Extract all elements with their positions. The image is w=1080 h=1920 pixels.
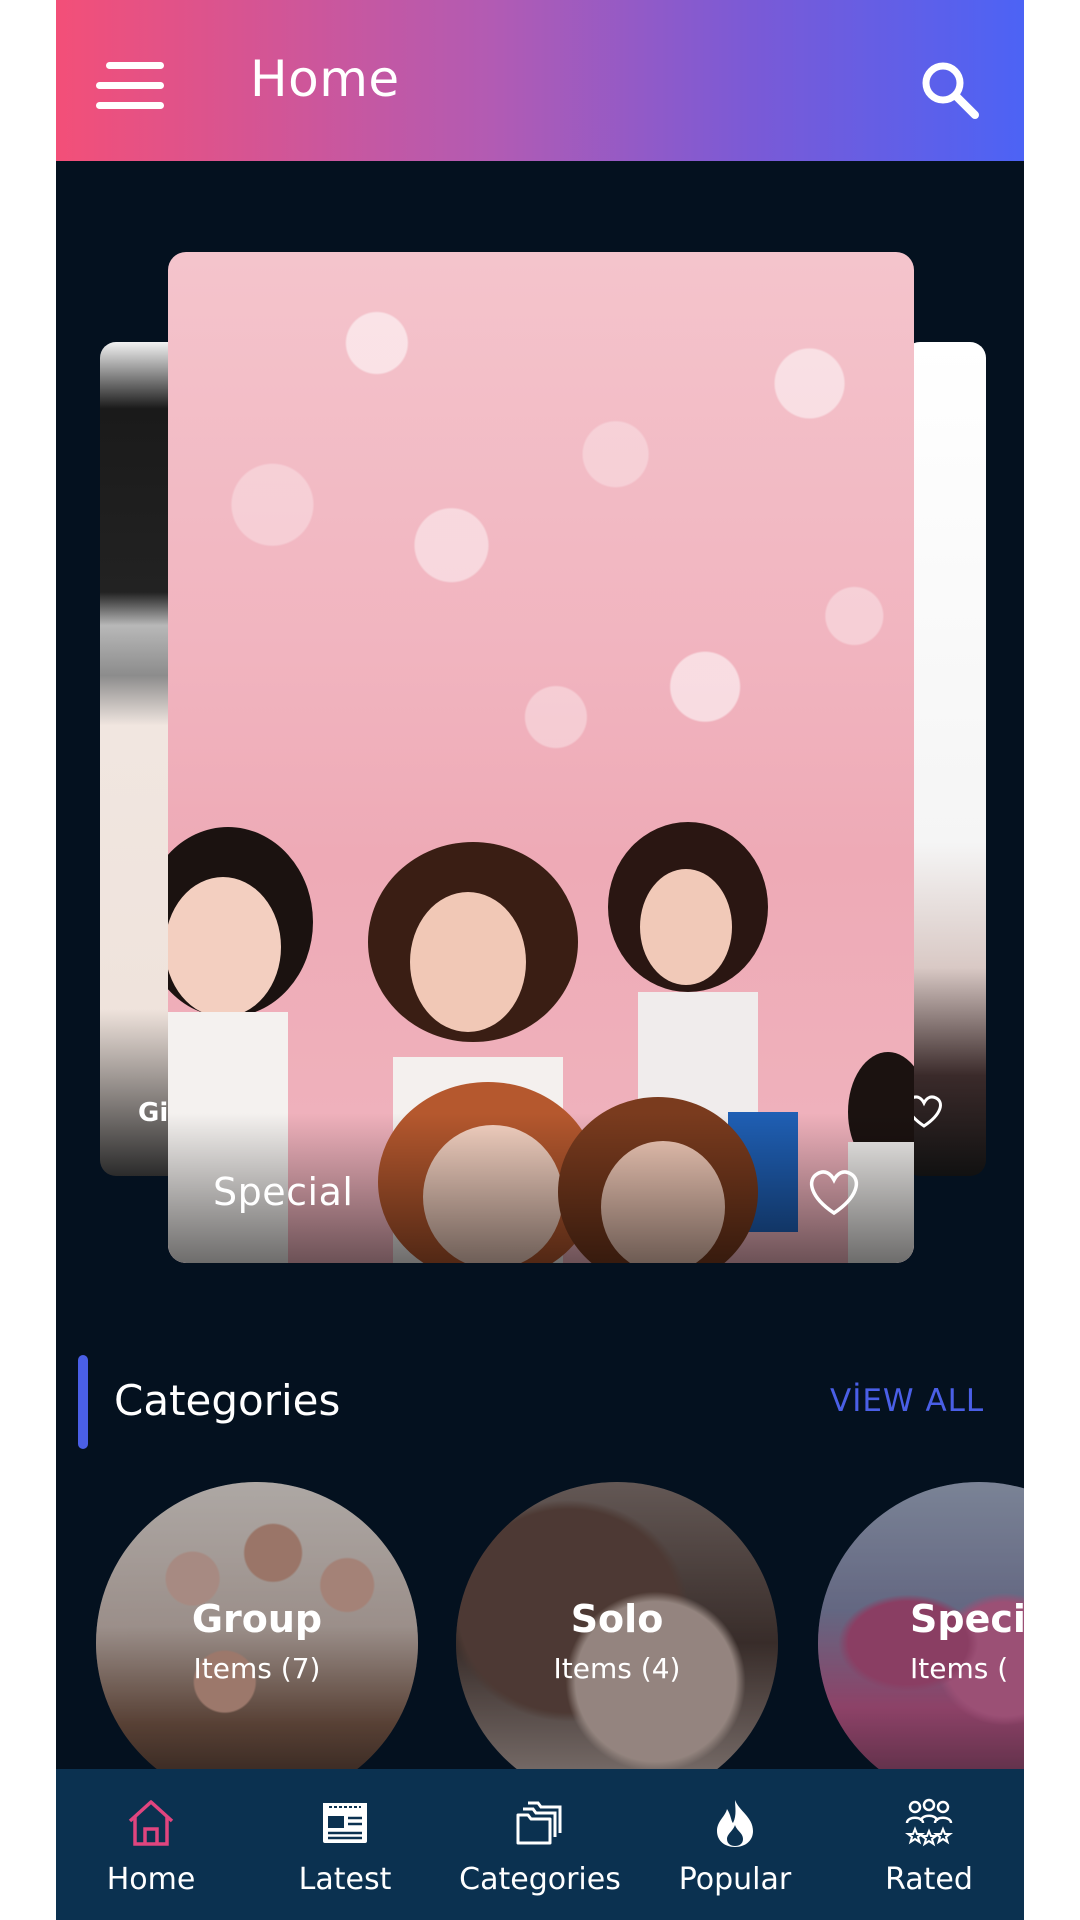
view-all-link[interactable]: VİEW ALL bbox=[830, 1383, 984, 1419]
heart-outline-icon[interactable] bbox=[806, 1168, 862, 1218]
home-icon bbox=[128, 1800, 174, 1846]
bottom-navigation: Home Latest Categories Popular Rated bbox=[56, 1769, 1024, 1920]
slider-card-current[interactable]: Special bbox=[168, 252, 914, 1263]
nav-item-rated[interactable]: Rated bbox=[834, 1769, 1024, 1920]
category-item-special[interactable]: Speci Items ( bbox=[818, 1482, 1024, 1804]
category-overlay bbox=[96, 1482, 418, 1804]
newspaper-icon bbox=[323, 1803, 367, 1843]
search-icon[interactable] bbox=[918, 58, 982, 122]
flame-icon bbox=[717, 1800, 753, 1847]
slider-card-title: Special bbox=[213, 1170, 354, 1214]
category-count: Items (7) bbox=[193, 1652, 321, 1685]
category-overlay bbox=[818, 1482, 1024, 1804]
nav-item-latest[interactable]: Latest bbox=[250, 1769, 440, 1920]
app-screen: Home Gi Special Categories VİEW ALL Grou… bbox=[56, 0, 1024, 1920]
section-accent-bar bbox=[78, 1355, 88, 1449]
top-app-bar: Home bbox=[56, 0, 1024, 161]
category-name: Speci bbox=[910, 1597, 1024, 1641]
category-name: Solo bbox=[570, 1597, 664, 1641]
users-stars-icon bbox=[905, 1798, 953, 1847]
category-overlay bbox=[456, 1482, 778, 1804]
nav-item-home[interactable]: Home bbox=[56, 1769, 246, 1920]
nav-label: Home bbox=[106, 1862, 196, 1897]
category-count: Items ( bbox=[910, 1652, 1009, 1685]
page-title: Home bbox=[250, 50, 400, 108]
nav-label: Categories bbox=[459, 1862, 621, 1897]
nav-label: Rated bbox=[885, 1862, 973, 1897]
nav-label: Latest bbox=[298, 1862, 392, 1897]
slider-card-title: Gi bbox=[138, 1098, 169, 1128]
nav-item-popular[interactable]: Popular bbox=[640, 1769, 830, 1920]
slider-card-next[interactable] bbox=[904, 342, 986, 1176]
section-title: Categories bbox=[114, 1376, 341, 1425]
category-count: Items (4) bbox=[553, 1652, 681, 1685]
folders-icon bbox=[516, 1801, 562, 1845]
nav-label: Popular bbox=[678, 1862, 792, 1897]
category-item-solo[interactable]: Solo Items (4) bbox=[456, 1482, 778, 1804]
category-item-group[interactable]: Group Items (7) bbox=[96, 1482, 418, 1804]
category-name: Group bbox=[191, 1597, 323, 1641]
hamburger-menu-icon[interactable] bbox=[96, 62, 164, 110]
nav-item-categories[interactable]: Categories bbox=[445, 1769, 635, 1920]
